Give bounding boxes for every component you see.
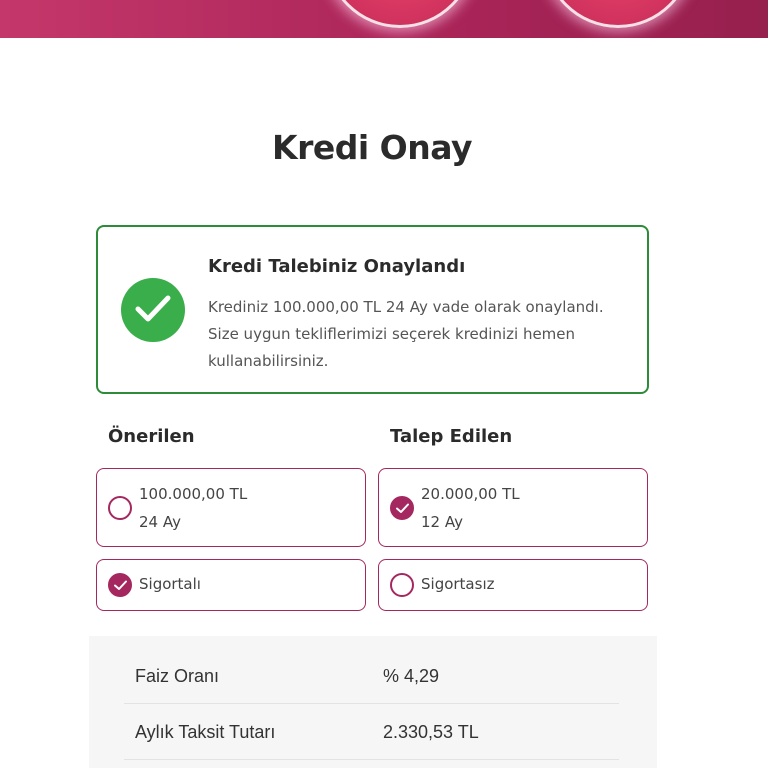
detail-row-interest-rate: Faiz Oranı % 4,29: [124, 648, 619, 704]
banner-decoration-ring: [325, 0, 475, 28]
uninsured-option[interactable]: Sigortasız: [378, 559, 648, 611]
approval-heading: Kredi Talebiniz Onaylandı: [208, 256, 466, 277]
radio-checked-icon[interactable]: [108, 573, 132, 597]
offer-term: 12 Ay: [421, 513, 463, 531]
detail-row-monthly-installment: Aylık Taksit Tutarı 2.330,53 TL: [124, 704, 619, 760]
check-circle-icon: [121, 278, 185, 342]
radio-unchecked-icon[interactable]: [390, 573, 414, 597]
offer-term: 24 Ay: [139, 513, 181, 531]
approval-description: Krediniz 100.000,00 TL 24 Ay vade olarak…: [208, 298, 604, 370]
detail-value: % 4,29: [383, 666, 440, 686]
offer-amount: 20.000,00 TL: [421, 485, 520, 503]
approval-message-box: Kredi Talebiniz Onaylandı Krediniz 100.0…: [96, 225, 649, 394]
insured-label: Sigortalı: [139, 575, 201, 593]
insured-option[interactable]: Sigortalı: [96, 559, 366, 611]
page-title: Kredi Onay: [272, 128, 472, 167]
loan-details-panel: Faiz Oranı % 4,29 Aylık Taksit Tutarı 2.…: [89, 636, 657, 768]
detail-value: 2.330,53 TL: [383, 722, 479, 742]
offer-amount: 100.000,00 TL: [139, 485, 248, 503]
recommended-offer-option[interactable]: 100.000,00 TL 24 Ay: [96, 468, 366, 547]
requested-column-label: Talep Edilen: [390, 426, 513, 447]
uninsured-label: Sigortasız: [421, 575, 495, 593]
detail-label: Aylık Taksit Tutarı: [135, 722, 276, 742]
detail-label: Faiz Oranı: [135, 666, 220, 686]
banner-decoration-ring: [543, 0, 693, 28]
radio-unchecked-icon[interactable]: [108, 496, 132, 520]
radio-checked-icon[interactable]: [390, 496, 414, 520]
top-banner: [0, 0, 768, 38]
requested-offer-option[interactable]: 20.000,00 TL 12 Ay: [378, 468, 648, 547]
recommended-column-label: Önerilen: [108, 426, 195, 447]
